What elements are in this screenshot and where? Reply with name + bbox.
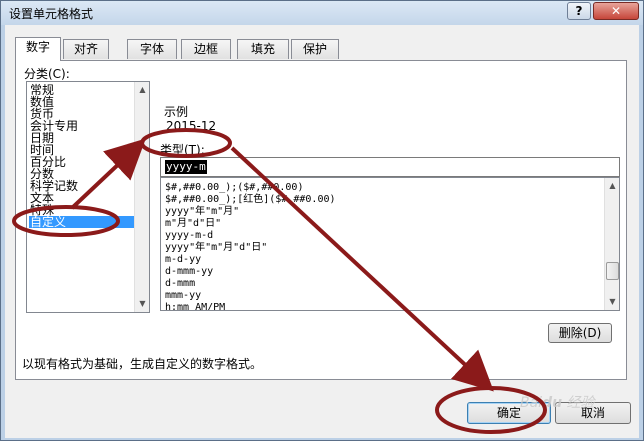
dialog-body: 数字 对齐 字体 边框 填充 保护 分类(C): 常规 数值 货币 会计专用 日… xyxy=(5,25,639,438)
dialog-title: 设置单元格格式 xyxy=(9,7,94,21)
watermark-logo: Baidu 经验 xyxy=(520,395,595,411)
format-item[interactable]: yyyy-m-d xyxy=(165,230,213,242)
format-item[interactable]: yyyy"年"m"月"d"日" xyxy=(165,242,267,254)
format-scrollbar[interactable]: ▲ ▼ xyxy=(604,178,619,310)
type-input-value: yyyy-m xyxy=(165,160,207,174)
close-button[interactable]: ✕ xyxy=(593,2,639,20)
format-item[interactable]: $#,##0.00_);[红色]($#,##0.00) xyxy=(165,194,336,206)
tab-font[interactable]: 字体 xyxy=(127,39,177,59)
tab-fill[interactable]: 填充 xyxy=(237,39,289,59)
type-input[interactable]: yyyy-m xyxy=(160,157,620,177)
format-item[interactable]: mmm-yy xyxy=(165,290,201,302)
format-item[interactable]: d-mmm xyxy=(165,278,195,290)
scroll-down-icon[interactable]: ▼ xyxy=(606,295,619,309)
format-item[interactable]: d-mmm-yy xyxy=(165,266,213,278)
tab-number[interactable]: 数字 xyxy=(15,37,61,61)
scroll-up-icon[interactable]: ▲ xyxy=(606,179,619,193)
format-item[interactable]: m"月"d"日" xyxy=(165,218,221,230)
help-button[interactable]: ? xyxy=(567,2,591,20)
number-tab-panel: 分类(C): 常规 数值 货币 会计专用 日期 时间 百分比 分数 科学记数 文… xyxy=(15,60,627,380)
category-item-custom[interactable]: 自定义 xyxy=(29,216,135,228)
category-list[interactable]: 常规 数值 货币 会计专用 日期 时间 百分比 分数 科学记数 文本 特殊 自定… xyxy=(26,81,150,313)
tab-alignment[interactable]: 对齐 xyxy=(63,39,109,59)
delete-button[interactable]: 删除(D) xyxy=(548,323,612,343)
sample-value: 2015-12 xyxy=(166,119,217,133)
scroll-up-icon[interactable]: ▲ xyxy=(136,83,149,97)
category-scrollbar[interactable]: ▲ ▼ xyxy=(134,82,149,312)
format-list[interactable]: $#,##0.00_);($#,##0.00) $#,##0.00_);[红色]… xyxy=(160,177,620,311)
format-cells-dialog: 设置单元格格式 ? ✕ 数字 对齐 字体 边框 填充 保护 分类(C): 常规 … xyxy=(0,0,644,441)
format-item[interactable]: yyyy"年"m"月" xyxy=(165,206,239,218)
scroll-thumb[interactable] xyxy=(606,262,619,280)
category-label: 分类(C): xyxy=(24,67,70,81)
format-item[interactable]: m-d-yy xyxy=(165,254,201,266)
type-label: 类型(T): xyxy=(160,143,205,157)
tab-protection[interactable]: 保护 xyxy=(291,39,339,59)
format-item[interactable]: h:mm AM/PM xyxy=(165,302,225,310)
format-item[interactable]: $#,##0.00_);($#,##0.00) xyxy=(165,182,303,194)
scroll-down-icon[interactable]: ▼ xyxy=(136,297,149,311)
sample-label: 示例 xyxy=(164,105,189,119)
title-bar[interactable]: 设置单元格格式 ? ✕ xyxy=(1,1,643,25)
tab-border[interactable]: 边框 xyxy=(181,39,231,59)
hint-text: 以现有格式为基础，生成自定义的数字格式。 xyxy=(22,357,263,371)
